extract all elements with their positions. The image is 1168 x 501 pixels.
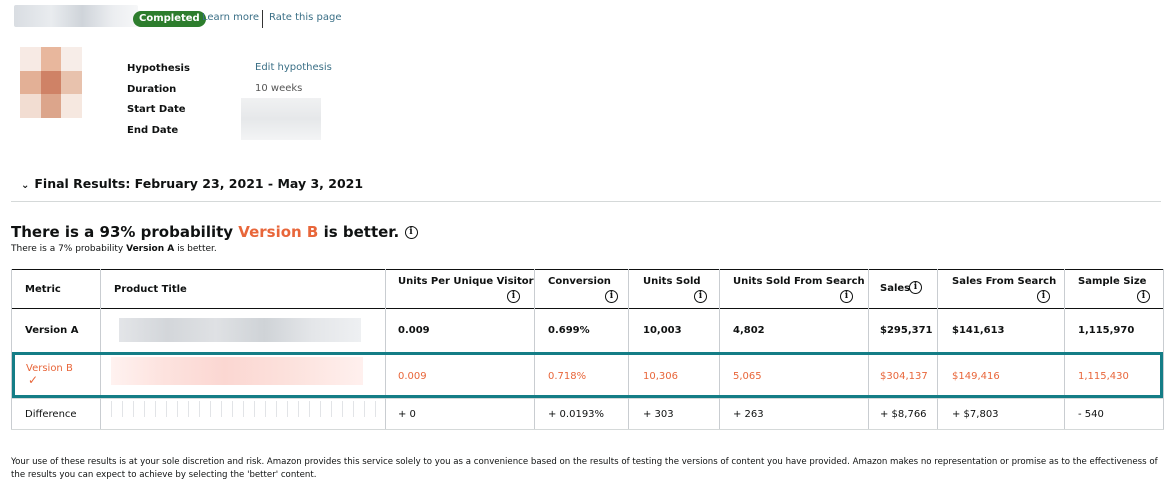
cell-sales: $295,371 <box>880 325 933 336</box>
prob-prefix: There is a 93% probability <box>11 223 239 241</box>
prob-version: Version B <box>238 223 319 241</box>
cell-upuv: 0.009 <box>398 325 430 336</box>
cell-sales-search: $149,416 <box>952 371 1000 382</box>
probability-headline: There is a 93% probability Version B is … <box>11 223 418 241</box>
cell-units-sold-search: + 263 <box>733 409 764 420</box>
table-rule <box>11 308 1164 309</box>
cell-conversion: 0.718% <box>548 371 587 382</box>
cell-sales-search: $141,613 <box>952 325 1005 336</box>
cell-units-sold-search: 4,802 <box>733 325 765 336</box>
learn-more-link[interactable]: Learn more <box>202 12 259 23</box>
cell-conversion: 0.699% <box>548 325 590 336</box>
info-circle-icon[interactable]: i <box>1137 290 1150 303</box>
cell-upuv: + 0 <box>398 409 416 420</box>
cell-sales-search: + $7,803 <box>952 409 999 420</box>
chevron-down-icon: ⌄ <box>21 180 30 191</box>
table-col-rule <box>868 269 869 429</box>
final-results-title: Final Results: February 23, 2021 - May 3… <box>34 176 364 191</box>
redacted-experiment-name <box>14 5 138 27</box>
disclaimer-text: Your use of these results is at your sol… <box>11 457 1158 480</box>
top-bar: Completed Learn more Rate this page <box>0 0 1168 38</box>
cell-sample-size: - 540 <box>1078 409 1104 420</box>
cell-sales: $304,137 <box>880 371 928 382</box>
duration-label: Duration <box>127 84 177 95</box>
info-circle-icon[interactable]: i <box>840 290 853 303</box>
row-metric: Difference <box>25 409 77 420</box>
row-metric: Version A <box>25 325 79 336</box>
cell-sales: + $8,766 <box>880 409 927 420</box>
redacted-product-title <box>119 318 361 342</box>
header-sales: Sales <box>880 283 911 294</box>
header-units-sold-search: Units Sold From Search <box>733 276 865 287</box>
header-sample-size: Sample Size <box>1078 276 1147 287</box>
cell-units-sold: 10,003 <box>643 325 682 336</box>
cell-units-sold: + 303 <box>643 409 674 420</box>
table-col-rule <box>385 269 386 429</box>
table-rule <box>11 269 1164 270</box>
product-thumbnail <box>20 47 82 118</box>
prob-suffix: is better. <box>318 223 400 241</box>
table-col-rule <box>719 269 720 429</box>
header-product-title: Product Title <box>114 284 187 295</box>
table-col-rule <box>100 269 101 429</box>
cell-sample-size: 1,115,970 <box>1078 325 1135 336</box>
info-circle-icon[interactable]: i <box>694 290 707 303</box>
info-circle-icon[interactable]: i <box>909 281 922 294</box>
cell-conversion: + 0.0193% <box>548 409 605 420</box>
hypothesis-label: Hypothesis <box>127 63 190 74</box>
cell-units-sold-search: 5,065 <box>733 371 762 382</box>
redacted-product-title <box>111 401 381 417</box>
header-conversion: Conversion <box>548 276 611 287</box>
header-upuv: Units Per Unique Visitor <box>398 276 534 287</box>
info-circle-icon[interactable]: i <box>605 290 618 303</box>
final-results-toggle[interactable]: ⌄ Final Results: February 23, 2021 - May … <box>21 176 363 191</box>
table-rule <box>11 398 1164 399</box>
status-badge: Completed <box>133 11 206 27</box>
header-metric: Metric <box>25 284 61 295</box>
table-col-rule <box>937 269 938 429</box>
end-date-label: End Date <box>127 125 179 136</box>
table-col-rule <box>1163 269 1164 429</box>
probability-subtext: There is a 7% probability Version A is b… <box>11 244 217 254</box>
cell-upuv: 0.009 <box>398 371 427 382</box>
edit-hypothesis-link[interactable]: Edit hypothesis <box>255 62 332 73</box>
table-col-rule <box>11 269 12 429</box>
table-col-rule <box>534 269 535 429</box>
link-divider <box>262 10 263 28</box>
info-circle-icon[interactable]: i <box>507 290 520 303</box>
start-date-label: Start Date <box>127 104 186 115</box>
table-rule <box>11 429 1164 430</box>
info-circle-icon[interactable]: i <box>1037 290 1050 303</box>
header-units-sold: Units Sold <box>643 276 701 287</box>
sub-prefix: There is a 7% probability <box>11 244 127 254</box>
header-sales-search: Sales From Search <box>952 276 1057 287</box>
sub-version: Version A <box>126 244 175 254</box>
checkmark-icon: ✓ <box>28 373 39 387</box>
table-col-rule <box>628 269 629 429</box>
sub-suffix: is better. <box>174 244 217 254</box>
table-col-rule <box>1064 269 1065 429</box>
info-circle-icon[interactable]: i <box>404 226 418 239</box>
redacted-dates <box>241 98 321 140</box>
cell-sample-size: 1,115,430 <box>1078 371 1129 382</box>
duration-value: 10 weeks <box>255 83 303 94</box>
rate-page-link[interactable]: Rate this page <box>269 12 342 23</box>
divider <box>11 201 1161 202</box>
redacted-product-title <box>111 357 363 385</box>
cell-units-sold: 10,306 <box>643 371 678 382</box>
